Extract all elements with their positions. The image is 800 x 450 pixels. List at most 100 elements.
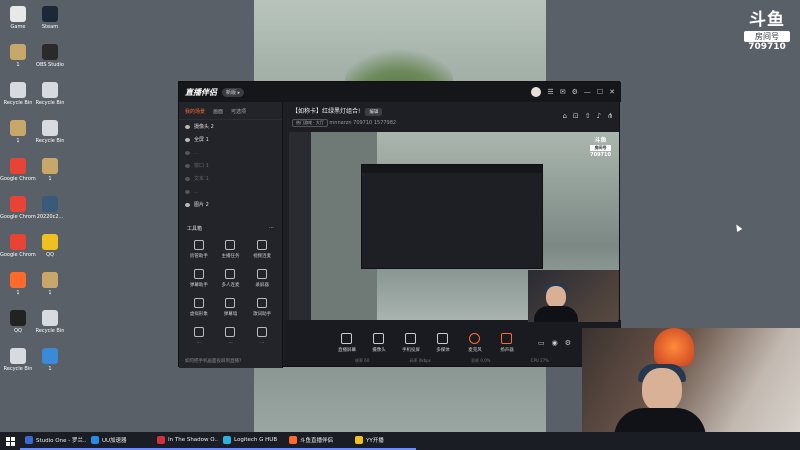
bell-icon[interactable]: ♪ — [597, 112, 601, 120]
taskbar-item[interactable]: UU加速器 — [86, 432, 152, 450]
upload-icon[interactable]: ⇧ — [585, 112, 591, 120]
desktop-icon-label: Recycle Bin — [35, 328, 65, 334]
eye-icon[interactable] — [185, 163, 190, 168]
tab-scenes[interactable]: 我的场景 — [185, 108, 205, 115]
source-label: 全屏 1 — [194, 137, 209, 143]
toolbox-header: 工具箱 ⋯ — [179, 225, 282, 232]
toolbox-item[interactable]: 录屏器 — [246, 269, 278, 288]
eye-icon[interactable] — [185, 150, 190, 155]
desktop-icon[interactable]: Recycle Bin — [32, 120, 68, 144]
close-icon[interactable]: ✕ — [609, 88, 615, 96]
desktop-icon-label: 1 — [16, 290, 20, 296]
source-row[interactable]: ... — [179, 146, 282, 159]
bottom-button[interactable]: 直播屏幕 — [334, 333, 360, 353]
toolbox-item[interactable]: 虚拟形象 — [183, 298, 215, 317]
settings-icon[interactable]: ⚙ — [572, 88, 578, 96]
bottom-button[interactable]: 扬声器 — [494, 333, 520, 353]
source-row[interactable]: 文本 1 — [179, 172, 282, 185]
source-row[interactable]: 全屏 1 — [179, 133, 282, 146]
desktop-icon[interactable]: 20220c2... — [32, 196, 68, 220]
desktop-icon[interactable]: Recycle Bin — [32, 310, 68, 334]
source-label: 摄像头 2 — [194, 124, 214, 130]
toolbox-item[interactable]: ... — [215, 327, 247, 345]
room-title: 【如称卡】红绿黑灯组合! — [292, 108, 361, 115]
tab-options[interactable]: 可选项 — [231, 108, 246, 115]
lock-icon[interactable]: ⊡ — [573, 112, 579, 120]
bottom-button[interactable]: 麦克风 — [462, 333, 488, 353]
bottom-button-label: 多媒体 — [436, 348, 450, 353]
desktop-icon[interactable]: Recycle Bin — [0, 82, 36, 106]
share-icon[interactable]: ⋔ — [607, 112, 613, 120]
stats-bar: 帧率 60 码率 0kbps 丢帧 0.0% CPU 27% — [285, 358, 619, 364]
toolbox-item[interactable]: ... — [246, 327, 278, 345]
minimize-icon[interactable]: — — [584, 88, 591, 96]
bottom-button[interactable]: 多媒体 — [430, 333, 456, 353]
desktop-icon[interactable]: 1 — [32, 348, 68, 372]
desktop-icon[interactable]: Google Chrome — [0, 158, 36, 182]
desktop-icon[interactable]: 1 — [0, 44, 36, 68]
desktop-icon[interactable]: 1 — [0, 120, 36, 144]
toolbox-item[interactable]: 弹幕墙 — [215, 298, 247, 317]
toolbox-item[interactable]: 房管助手 — [183, 240, 215, 259]
taskbar-item[interactable]: YY开播 — [350, 432, 416, 450]
version-badge[interactable]: 新版 ▸ — [222, 87, 245, 97]
taskbar-item[interactable]: Studio One - 罗兰... — [20, 432, 86, 450]
desktop-icon[interactable]: Recycle Bin — [32, 82, 68, 106]
tool-icon — [193, 327, 204, 337]
taskbar-item[interactable]: 斗鱼直播伴侣 — [284, 432, 350, 450]
desktop-icon[interactable]: QQ — [32, 234, 68, 258]
app-icon — [10, 348, 26, 364]
bottom-button[interactable]: 手机投屏 — [398, 333, 424, 353]
eye-icon[interactable] — [185, 202, 190, 207]
footer-hint[interactable]: 如何把手机画面投屏到直播? — [185, 358, 241, 364]
desktop-icon[interactable]: OBS Studio — [32, 44, 68, 68]
avatar[interactable] — [531, 87, 542, 97]
toolbox-item[interactable]: 多人连麦 — [215, 269, 247, 288]
desktop-icon-label: Google Chrome — [0, 252, 36, 258]
more-icon[interactable]: ⋯ — [269, 225, 274, 232]
category-tag[interactable]: 热门游戏 · 大厅 — [292, 119, 328, 127]
desktop-icon[interactable]: Game — [0, 6, 36, 30]
record-icon[interactable]: ▭ — [538, 339, 545, 347]
tool-label: 多人连麦 — [221, 283, 240, 288]
eye-icon[interactable] — [185, 189, 190, 194]
gift-icon[interactable]: ⌂ — [562, 112, 566, 120]
maximize-icon[interactable]: ☐ — [597, 88, 603, 96]
message-icon[interactable]: ✉ — [560, 88, 566, 96]
start-button[interactable] — [0, 432, 20, 450]
toolbox-item[interactable]: 歌词助手 — [246, 298, 278, 317]
edit-button[interactable]: 编辑 — [365, 108, 383, 116]
desktop-icon[interactable]: 1 — [0, 272, 36, 296]
desktop-icon[interactable]: Steam — [32, 6, 68, 30]
toolbox-item[interactable]: 弹幕助手 — [183, 269, 215, 288]
desktop-icon[interactable]: Google Chrome — [0, 196, 36, 220]
desktop-icon[interactable]: Recycle Bin — [0, 348, 36, 372]
eye-icon[interactable]: ◉ — [552, 339, 558, 347]
taskbar-app-icon — [223, 436, 231, 444]
toolbox-item[interactable]: 视频连麦 — [246, 240, 278, 259]
bottom-button[interactable]: 摄像头 — [366, 333, 392, 353]
settings-icon[interactable]: ⚙ — [565, 339, 571, 347]
eye-icon[interactable] — [185, 176, 190, 181]
source-row[interactable]: 窗口 1 — [179, 159, 282, 172]
source-row[interactable]: 摄像头 2 — [179, 120, 282, 133]
taskbar-item-label: UU加速器 — [102, 438, 127, 444]
toolbox-item[interactable]: ... — [183, 327, 215, 345]
source-row[interactable]: 图片 2 — [179, 198, 282, 211]
source-list: 摄像头 2 全屏 1... 窗口 1 文本 1... 图片 2 — [179, 120, 282, 211]
eye-icon[interactable] — [185, 124, 190, 129]
livestream-companion-window[interactable]: 直播伴侣 新版 ▸ ☰ ✉ ⚙ — ☐ ✕ 我的场景 画面 可选项 摄像头 2 全… — [178, 81, 621, 368]
desktop-icon[interactable]: QQ — [0, 310, 36, 334]
taskbar-item[interactable]: In The Shadow O... — [152, 432, 218, 450]
app-title: 直播伴侣 — [185, 87, 217, 97]
desktop-icon[interactable]: Google Chrome — [0, 234, 36, 258]
toolbox-item[interactable]: 主播任务 — [215, 240, 247, 259]
app-titlebar[interactable]: 直播伴侣 新版 ▸ ☰ ✉ ⚙ — ☐ ✕ — [179, 82, 621, 102]
eye-icon[interactable] — [185, 137, 190, 142]
source-row[interactable]: ... — [179, 185, 282, 198]
menu-icon[interactable]: ☰ — [547, 88, 553, 96]
desktop-icon[interactable]: 1 — [32, 158, 68, 182]
taskbar-item[interactable]: Logitech G HUB — [218, 432, 284, 450]
tab-picture[interactable]: 画面 — [213, 108, 223, 115]
desktop-icon[interactable]: 1 — [32, 272, 68, 296]
